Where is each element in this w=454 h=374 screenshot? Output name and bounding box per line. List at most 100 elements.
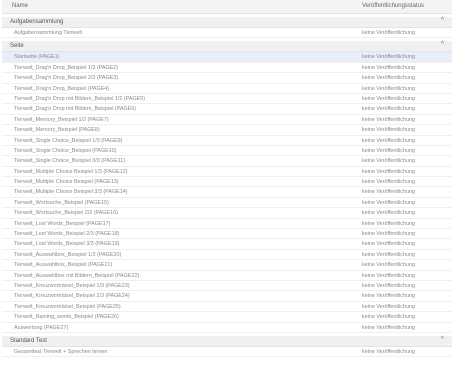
row-status: keine Veröffentlichung <box>362 231 415 238</box>
table-row[interactable]: Tierwelt_Lost Words_Beispiel (PAGE17) kei… <box>2 218 452 230</box>
row-name: Tierwelt_Drag'n Drop_Beispiel (PAGE4) <box>14 85 110 92</box>
row-name: Tierwelt_Lost Words_Beispiel 2/3 (PAGE18… <box>14 231 120 238</box>
row-status: keine Veröffentlichung <box>362 30 415 36</box>
row-name: Tierwelt_Lost Words_Beispiel (PAGE17) <box>14 220 111 227</box>
table-row[interactable]: Tierwelt_Drag'n Drop mit Bildern_Beispie… <box>2 93 452 105</box>
group-header[interactable]: Aufgabensammlung ^ <box>2 17 452 28</box>
row-status: keine Veröffentlichung <box>362 95 415 102</box>
table-row[interactable]: Tierwelt_Lost Words_Beispiel 2/3 (PAGE18… <box>2 229 452 240</box>
row-status: keine Veröffentlichung <box>362 220 415 227</box>
table-header: Name Veröffentlichungsstatus <box>2 0 452 14</box>
row-name: Tierwelt_Kreuzworträtsel_Beispiel (PAGE2… <box>14 303 121 310</box>
row-name: Tierwelt_Auswahlbox mit Bildern_Beispiel… <box>14 272 140 279</box>
row-name: Tierwelt_Single Choice_Beispiel 1/3 (PAG… <box>14 137 123 144</box>
table-row[interactable]: Tierwelt_Raining_words_Beispiel (PAGE26)… <box>2 312 452 323</box>
table-row[interactable]: Tierwelt_Drag'n Drop_Beispiel (PAGE4) kei… <box>2 83 452 94</box>
collapse-chevron-icon[interactable]: ^ <box>441 336 444 343</box>
table-row[interactable]: Tierwelt_Single Choice_Beispiel 1/3 (PAG… <box>2 135 452 146</box>
row-name: Tierwelt_Single Choice_Beispiel 3/3 (PAG… <box>14 158 126 165</box>
row-name: Tierwelt_Memory_Beispiel 1/2 (PAGE7) <box>14 116 109 123</box>
collapse-chevron-icon[interactable]: ^ <box>441 17 444 24</box>
row-status: keine Veröffentlichung <box>362 168 415 175</box>
row-status: keine Veröffentlichung <box>362 64 415 71</box>
table-row[interactable]: Tierwelt_Single Choice_Beispiel (PAGE10)… <box>2 145 452 157</box>
table-row[interactable]: Tierwelt_Wortsuche_Beispiel (PAGE15) kein… <box>2 197 452 209</box>
row-name: Tierwelt_Raining_words_Beispiel (PAGE26) <box>14 314 119 321</box>
table-row[interactable]: Auswertung (PAGE27) keine Veröffentlichun… <box>2 322 452 333</box>
row-status: keine Veröffentlichung <box>362 241 415 248</box>
row-name: Auswertung (PAGE27) <box>14 324 69 331</box>
row-name: Tierwelt_Drag'n Drop_Beispiel 1/3 (PAGE2… <box>14 64 119 71</box>
table-row[interactable]: Tierwelt_Wortsuche_Beispiel 2/2 (PAGE16)… <box>2 208 452 219</box>
row-name: Gesamttest Tierwelt + Sprechen lernen <box>14 348 108 355</box>
table-row[interactable]: Tierwelt_Memory_Beispiel 1/2 (PAGE7) kein… <box>2 114 452 126</box>
table-body: Aufgabensammlung ^ Aufgabensammlung Tierwe… <box>2 14 452 358</box>
row-name: Tierwelt_Multiple Choice Beispiel 1/3 (P… <box>14 168 128 175</box>
row-status: keine Veröffentlichung <box>362 106 415 113</box>
row-status: keine Veröffentlichung <box>362 262 415 269</box>
row-status: keine Veröffentlichung <box>362 348 415 355</box>
row-status: keine Veröffentlichung <box>362 199 415 206</box>
column-header-name[interactable]: Name <box>12 3 28 9</box>
row-name: Tierwelt_Kreuzworträtsel_Beispiel 2/3 (P… <box>14 293 130 300</box>
row-name: Tierwelt_Drag'n Drop_Beispiel 2/3 (PAGE3… <box>14 75 119 82</box>
table-row[interactable]: Aufgabensammlung Tierwelt keine Veröffent… <box>2 28 452 39</box>
row-name: Tierwelt_Multiple Choice Beispiel 3/3 (P… <box>14 189 128 196</box>
group-title: Standard Test <box>10 337 47 344</box>
group-header[interactable]: Seite ^ <box>2 41 452 53</box>
row-name: Tierwelt_Memory_Beispiel (PAGE8) <box>14 127 100 134</box>
row-status: keine Veröffentlichung <box>362 158 415 165</box>
table-row[interactable]: Tierwelt_Multiple Choice Beispiel 3/3 (P… <box>2 187 452 198</box>
table-row[interactable]: Tierwelt_Single Choice_Beispiel 3/3 (PAG… <box>2 156 452 167</box>
table-row[interactable]: Gesamttest Tierwelt + Sprechen lernen kei… <box>2 346 452 358</box>
table-row[interactable]: Tierwelt_Memory_Beispiel (PAGE8) keine Ve… <box>2 125 452 136</box>
row-name: Tierwelt_Auswahlbox_Beispiel 1/2 (PAGE20… <box>14 251 122 258</box>
group-header[interactable]: Standard Test ^ <box>2 335 452 347</box>
row-status: keine Veröffentlichung <box>362 251 415 258</box>
row-status: keine Veröffentlichung <box>362 179 415 186</box>
table-row[interactable]: Tierwelt_Lost Words_Beispiel 3/3 (PAGE19… <box>2 239 452 250</box>
row-name: Startseite (PAGE1) <box>14 54 60 61</box>
table-row[interactable]: Tierwelt_Drag'n Drop_Beispiel 1/3 (PAGE2… <box>2 62 452 74</box>
row-name: Tierwelt_Drag'n Drop mit Bildern_Beispie… <box>14 106 137 113</box>
row-name: Tierwelt_Wortsuche_Beispiel (PAGE15) <box>14 199 109 206</box>
column-header-status[interactable]: Veröffentlichungsstatus <box>362 3 424 9</box>
row-name: Tierwelt_Multiple Choice Beispiel (PAGE1… <box>14 179 119 186</box>
publication-table: Name Veröffentlichungsstatus Aufgabensam… <box>2 0 452 358</box>
table-row[interactable]: Startseite (PAGE1) keine Veröffentlichung <box>2 52 452 63</box>
table-row[interactable]: Tierwelt_Drag'n Drop mit Bildern_Beispie… <box>2 104 452 115</box>
row-status: keine Veröffentlichung <box>362 85 415 92</box>
row-name: Tierwelt_Auswahlbox_Beispiel (PAGE21) <box>14 262 113 269</box>
row-status: keine Veröffentlichung <box>362 303 415 310</box>
row-status: keine Veröffentlichung <box>362 314 415 321</box>
row-status: keine Veröffentlichung <box>362 147 415 154</box>
table-row[interactable]: Tierwelt_Auswahlbox_Beispiel 1/2 (PAGE20… <box>2 249 452 261</box>
table-row[interactable]: Tierwelt_Kreuzworträtsel_Beispiel (PAGE2… <box>2 301 452 313</box>
row-status: keine Veröffentlichung <box>362 293 415 300</box>
table-row[interactable]: Tierwelt_Auswahlbox_Beispiel (PAGE21) kei… <box>2 260 452 271</box>
table-row[interactable]: Tierwelt_Multiple Choice Beispiel (PAGE1… <box>2 177 452 188</box>
row-status: keine Veröffentlichung <box>362 282 415 289</box>
row-status: keine Veröffentlichung <box>362 272 415 279</box>
table-row[interactable]: Tierwelt_Drag'n Drop_Beispiel 2/3 (PAGE3… <box>2 73 452 84</box>
row-status: keine Veröffentlichung <box>362 54 415 61</box>
table-row[interactable]: Tierwelt_Kreuzworträtsel_Beispiel 2/3 (P… <box>2 291 452 302</box>
row-name: Tierwelt_Single Choice_Beispiel (PAGE10) <box>14 147 117 154</box>
row-name: Tierwelt_Kreuzworträtsel_Beispiel 1/3 (P… <box>14 282 130 289</box>
row-name: Tierwelt_Wortsuche_Beispiel 2/2 (PAGE16) <box>14 210 118 217</box>
row-status: keine Veröffentlichung <box>362 137 415 144</box>
row-name: Tierwelt_Lost Words_Beispiel 3/3 (PAGE19… <box>14 241 120 248</box>
row-status: keine Veröffentlichung <box>362 116 415 123</box>
table-row[interactable]: Tierwelt_Auswahlbox mit Bildern_Beispiel… <box>2 270 452 281</box>
row-name: Tierwelt_Drag'n Drop mit Bildern_Beispie… <box>14 95 146 102</box>
group-title: Aufgabensammlung <box>10 19 64 25</box>
row-name: Aufgabensammlung Tierwelt <box>14 30 83 36</box>
table-row[interactable]: Tierwelt_Kreuzworträtsel_Beispiel 1/3 (P… <box>2 280 452 292</box>
row-status: keine Veröffentlichung <box>362 210 415 217</box>
row-status: keine Veröffentlichung <box>362 189 415 196</box>
collapse-chevron-icon[interactable]: ^ <box>441 41 444 48</box>
group-title: Seite <box>10 43 24 50</box>
row-status: keine Veröffentlichung <box>362 127 415 134</box>
table-row[interactable]: Tierwelt_Multiple Choice Beispiel 1/3 (P… <box>2 166 452 178</box>
row-status: keine Veröffentlichung <box>362 324 415 331</box>
